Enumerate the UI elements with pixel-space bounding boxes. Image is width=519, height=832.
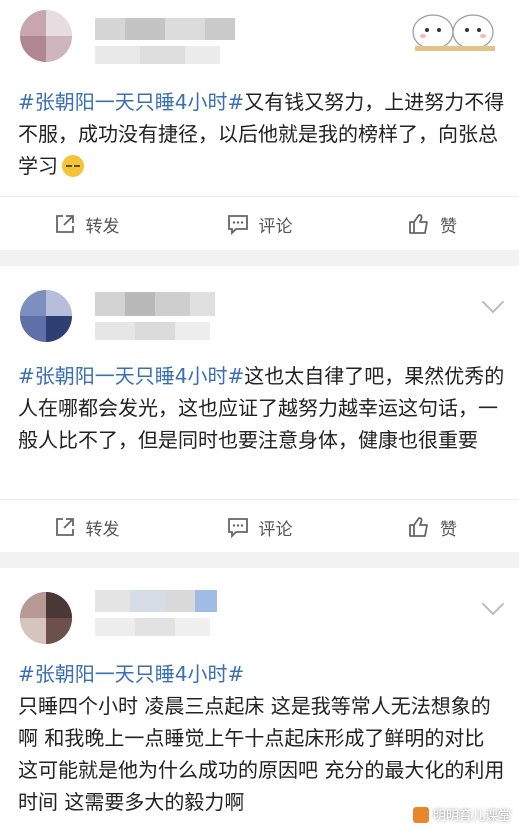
like-label: 赞: [440, 216, 457, 237]
comment-button[interactable]: 评论: [173, 212, 346, 237]
post-content: #张朝阳一天只睡4小时#这也太自律了吧，果然优秀的人在哪都会发光，这也应证了越努…: [18, 360, 505, 456]
post-card-2: #张朝阳一天只睡4小时#这也太自律了吧，果然优秀的人在哪都会发光，这也应证了越努…: [0, 266, 519, 552]
avatar[interactable]: [20, 10, 72, 62]
action-bar: 转发 评论 赞: [0, 199, 519, 249]
comment-icon: [227, 215, 248, 235]
watermark-logo-icon: [412, 807, 429, 823]
chevron-down-icon[interactable]: [481, 592, 505, 616]
repost-label: 转发: [85, 216, 120, 237]
chevron-down-icon[interactable]: [481, 290, 505, 314]
comment-button[interactable]: 评论: [173, 515, 346, 540]
repost-button[interactable]: 转发: [0, 212, 173, 237]
post-text: 只睡四个小时 凌晨三点起床 这是我等常人无法想象的啊 和我晚上一点睡觉上午十点起…: [18, 694, 505, 814]
divider: [0, 499, 519, 500]
watermark: 明明育儿课堂: [412, 805, 511, 824]
username-blurred[interactable]: [95, 590, 225, 612]
sweat-smile-emoji-icon: [62, 155, 84, 177]
action-bar: 转发 评论 赞: [0, 502, 519, 552]
post-card-3: #张朝阳一天只睡4小时# 只睡四个小时 凌晨三点起床 这是我等常人无法想象的啊 和…: [0, 568, 519, 832]
repost-button[interactable]: 转发: [0, 515, 173, 540]
like-button[interactable]: 赞: [346, 212, 519, 237]
share-icon: [55, 518, 74, 536]
post-card-1: #张朝阳一天只睡4小时#又有钱又努力，上进努力不得不服，成功没有捷径，以后他就是…: [0, 0, 519, 250]
comment-icon: [227, 518, 248, 538]
meta-blurred: [95, 618, 215, 636]
divider: [0, 196, 519, 197]
sticker-image: [412, 14, 495, 51]
post-content: #张朝阳一天只睡4小时# 只睡四个小时 凌晨三点起床 这是我等常人无法想象的啊 和…: [18, 658, 505, 818]
share-icon: [55, 215, 74, 233]
avatar[interactable]: [20, 592, 72, 644]
thumbs-up-icon: [409, 517, 428, 537]
hashtag-link[interactable]: #张朝阳一天只睡4小时#: [18, 364, 244, 388]
avatar[interactable]: [20, 290, 72, 342]
repost-label: 转发: [85, 519, 120, 540]
meta-blurred: [95, 322, 215, 340]
username-blurred[interactable]: [95, 292, 225, 316]
meta-blurred: [95, 46, 225, 64]
thumbs-up-icon: [409, 214, 428, 234]
like-button[interactable]: 赞: [346, 515, 519, 540]
post-content: #张朝阳一天只睡4小时#又有钱又努力，上进努力不得不服，成功没有捷径，以后他就是…: [18, 86, 505, 182]
hashtag-link[interactable]: #张朝阳一天只睡4小时#: [18, 658, 505, 690]
comment-label: 评论: [258, 519, 293, 540]
username-blurred[interactable]: [95, 18, 245, 40]
comment-label: 评论: [258, 216, 293, 237]
hashtag-link[interactable]: #张朝阳一天只睡4小时#: [18, 90, 244, 114]
like-label: 赞: [440, 519, 457, 540]
